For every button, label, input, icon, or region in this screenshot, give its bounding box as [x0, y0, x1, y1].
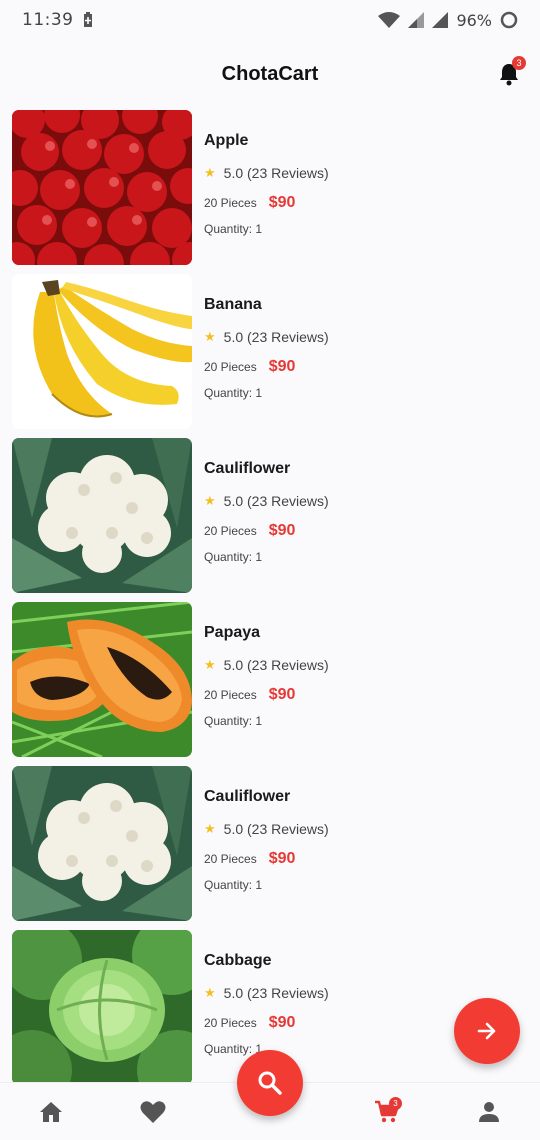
- product-rating: ★ 5.0 (23 Reviews): [204, 326, 329, 348]
- product-item[interactable]: Cauliflower ★ 5.0 (23 Reviews) 20 Pieces…: [12, 766, 528, 921]
- notification-badge: 3: [512, 56, 526, 70]
- product-list[interactable]: Apple ★ 5.0 (23 Reviews) 20 Pieces $90 Q…: [12, 110, 528, 1094]
- nav-cart[interactable]: 3: [357, 1083, 417, 1140]
- product-quantity: Quantity: 1: [204, 550, 263, 564]
- product-rating: ★ 5.0 (23 Reviews): [204, 982, 329, 1004]
- product-image-papaya: [12, 602, 192, 757]
- nav-home[interactable]: [21, 1083, 81, 1140]
- battery-percent: 96%: [456, 10, 492, 30]
- rating-text: 5.0 (23 Reviews): [223, 985, 329, 1001]
- app-bar: ChotaCart 3: [0, 48, 540, 100]
- battery-saver-icon: [83, 12, 92, 27]
- product-price: $90: [268, 1014, 296, 1031]
- product-name: Banana: [204, 296, 262, 313]
- star-icon: ★: [204, 493, 216, 508]
- star-icon: ★: [204, 985, 216, 1000]
- product-name: Cauliflower: [204, 788, 291, 805]
- product-rating: ★ 5.0 (23 Reviews): [204, 654, 329, 676]
- product-image-banana: [12, 274, 192, 429]
- product-image-cauliflower: [12, 766, 192, 921]
- product-name: Cabbage: [204, 952, 272, 969]
- heart-icon: [140, 1100, 166, 1123]
- arrow-right-icon: [477, 1022, 496, 1040]
- nav-profile[interactable]: [459, 1083, 519, 1140]
- star-icon: ★: [204, 165, 216, 180]
- product-image-cauliflower: [12, 438, 192, 593]
- product-rating: ★ 5.0 (23 Reviews): [204, 162, 329, 184]
- rating-text: 5.0 (23 Reviews): [223, 165, 329, 181]
- product-quantity: Quantity: 1: [204, 222, 263, 236]
- status-time: 11:39: [22, 10, 74, 30]
- rating-text: 5.0 (23 Reviews): [223, 657, 329, 673]
- product-quantity: Quantity: 1: [204, 386, 263, 400]
- product-pieces: 20 Pieces: [204, 360, 257, 374]
- product-image-apple: [12, 110, 192, 265]
- product-item[interactable]: Cauliflower ★ 5.0 (23 Reviews) 20 Pieces…: [12, 438, 528, 593]
- product-item[interactable]: Apple ★ 5.0 (23 Reviews) 20 Pieces $90 Q…: [12, 110, 528, 265]
- star-icon: ★: [204, 657, 216, 672]
- product-rating: ★ 5.0 (23 Reviews): [204, 490, 329, 512]
- product-name: Apple: [204, 132, 249, 149]
- wifi-icon: [378, 12, 401, 28]
- product-pieces: 20 Pieces: [204, 852, 257, 866]
- cart-badge: 3: [389, 1096, 402, 1110]
- product-name: Papaya: [204, 624, 261, 641]
- product-price: $90: [268, 194, 296, 211]
- product-name: Cauliflower: [204, 460, 291, 477]
- product-price: $90: [268, 522, 296, 539]
- status-bar: 11:39 96%: [0, 0, 540, 40]
- product-pieces: 20 Pieces: [204, 196, 257, 210]
- signal-icon-2: [432, 12, 449, 28]
- product-price: $90: [268, 358, 296, 375]
- home-icon: [40, 1101, 62, 1122]
- person-icon: [479, 1101, 499, 1122]
- search-button[interactable]: [237, 1050, 303, 1116]
- search-icon: [258, 1071, 282, 1095]
- nav-favorites[interactable]: [123, 1083, 183, 1140]
- product-pieces: 20 Pieces: [204, 1016, 257, 1030]
- product-image-cabbage: [12, 930, 192, 1085]
- product-price: $90: [268, 850, 296, 867]
- product-pieces: 20 Pieces: [204, 524, 257, 538]
- product-pieces: 20 Pieces: [204, 688, 257, 702]
- next-button[interactable]: [454, 998, 520, 1064]
- notification-button[interactable]: 3: [498, 56, 526, 86]
- product-quantity: Quantity: 1: [204, 714, 263, 728]
- signal-icon: [408, 12, 425, 28]
- app-title: ChotaCart: [221, 62, 319, 85]
- rating-text: 5.0 (23 Reviews): [223, 493, 329, 509]
- rating-text: 5.0 (23 Reviews): [223, 329, 329, 345]
- product-price: $90: [268, 686, 296, 703]
- star-icon: ★: [204, 821, 216, 836]
- star-icon: ★: [204, 329, 216, 344]
- product-rating: ★ 5.0 (23 Reviews): [204, 818, 329, 840]
- battery-ring-icon: [500, 11, 518, 29]
- product-item[interactable]: Papaya ★ 5.0 (23 Reviews) 20 Pieces $90 …: [12, 602, 528, 757]
- product-quantity: Quantity: 1: [204, 878, 263, 892]
- product-item[interactable]: Banana ★ 5.0 (23 Reviews) 20 Pieces $90 …: [12, 274, 528, 429]
- rating-text: 5.0 (23 Reviews): [223, 821, 329, 837]
